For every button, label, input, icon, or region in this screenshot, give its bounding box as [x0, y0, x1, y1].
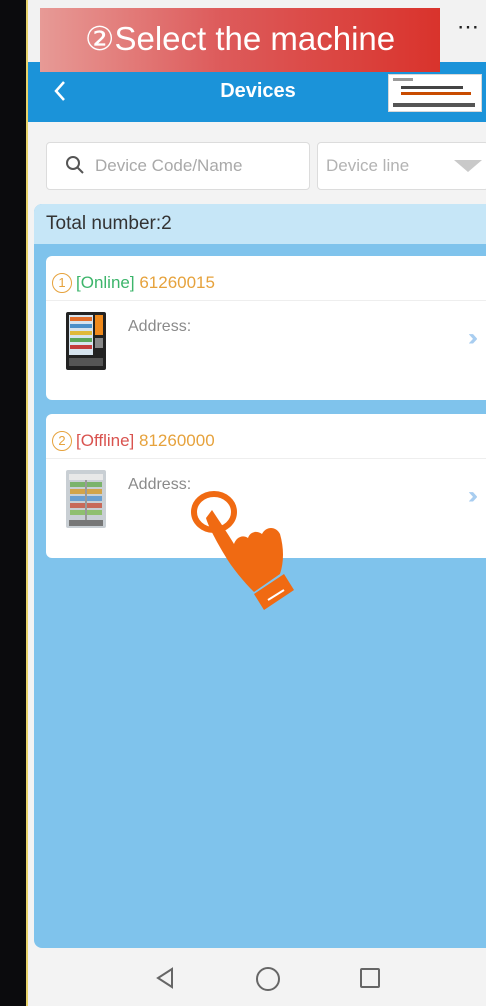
more-icon[interactable]: ⋯	[457, 14, 480, 40]
double-chevron-right-icon[interactable]: ››	[468, 482, 478, 510]
back-arrow-icon[interactable]	[50, 78, 72, 104]
promo-banner-thumbnail[interactable]	[388, 74, 482, 112]
address-label: Address:	[128, 318, 192, 335]
nav-home-icon[interactable]	[256, 967, 280, 991]
nav-recents-icon[interactable]	[360, 968, 380, 988]
device-line-label: Device line	[326, 156, 410, 175]
address-label: Address:	[128, 476, 192, 493]
divider	[46, 458, 486, 459]
pointer-hand-icon	[191, 491, 294, 610]
device-card-header: 1 [Online] 61260015	[52, 270, 215, 296]
index-badge: 2	[52, 430, 72, 451]
index-badge: 1	[52, 272, 72, 293]
search-icon	[66, 156, 84, 174]
double-chevron-right-icon[interactable]: ››	[468, 324, 478, 352]
search-placeholder: Device Code/Name	[95, 156, 243, 175]
phone-screen: × ⋯ Devices Device Code/Name Device line…	[26, 0, 486, 1006]
system-nav-bar	[28, 950, 486, 1006]
dropdown-icon	[454, 160, 482, 172]
total-bar: Total number:2	[34, 204, 486, 244]
status-label: [Online]	[76, 273, 135, 292]
step-instruction-banner: ②Select the machine	[40, 8, 440, 72]
vending-machine-image	[66, 470, 106, 528]
search-input[interactable]: Device Code/Name	[46, 142, 310, 190]
device-card-header: 2 [Offline] 81260000	[52, 428, 215, 454]
device-card[interactable]: 1 [Online] 61260015 Address: ››	[46, 256, 486, 400]
vending-machine-image	[66, 312, 106, 370]
device-code: 81260000	[139, 431, 215, 450]
device-code: 61260015	[139, 273, 215, 292]
divider	[46, 300, 486, 301]
search-row: Device Code/Name Device line	[28, 122, 486, 204]
device-line-select[interactable]: Device line	[317, 142, 486, 190]
total-number-label: Total number:2	[46, 213, 172, 234]
status-label: [Offline]	[76, 431, 135, 450]
nav-back-icon[interactable]	[154, 966, 176, 990]
